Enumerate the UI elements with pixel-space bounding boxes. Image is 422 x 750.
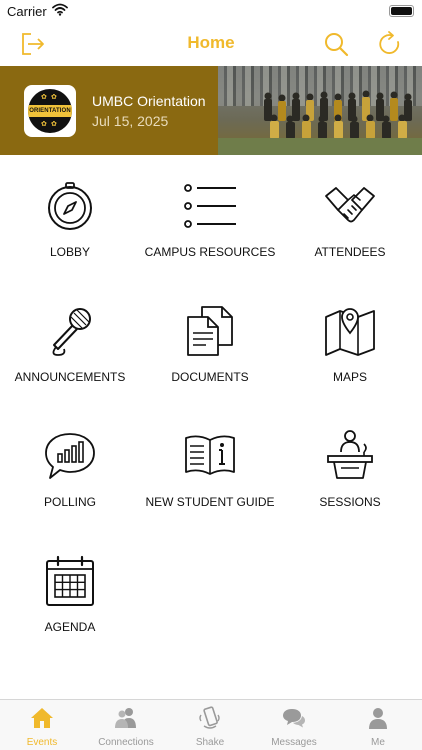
page-title: Home	[187, 33, 235, 52]
tile-documents[interactable]: DOCUMENTS	[140, 295, 280, 405]
tile-agenda[interactable]: AGENDA	[0, 545, 140, 655]
refresh-button[interactable]	[376, 30, 404, 58]
people-icon	[115, 708, 136, 728]
status-bar: Carrier	[0, 0, 422, 22]
tile-new-student-guide[interactable]: NEW STUDENT GUIDE	[140, 420, 280, 530]
phone-shake-icon	[199, 706, 220, 729]
event-date: Jul 15, 2025	[92, 113, 169, 129]
tile-label: MAPS	[332, 370, 367, 384]
tab-label: Shake	[195, 737, 225, 748]
home-icon	[31, 708, 53, 728]
tab-label: Connections	[98, 737, 154, 748]
event-logo: ✿ ✿ ORIENTATION ✿ ✿	[24, 85, 76, 137]
event-name: UMBC Orientation	[92, 93, 206, 109]
compass-icon	[48, 182, 92, 230]
event-group-photo	[218, 66, 422, 155]
carrier-label: Carrier	[7, 4, 47, 19]
tab-bar: Events Connections Shake Messages Me	[0, 699, 422, 750]
search-icon	[325, 33, 349, 57]
tab-label: Events	[26, 737, 58, 748]
microphone-icon	[52, 308, 91, 356]
search-button[interactable]	[322, 30, 350, 58]
tile-campus-resources[interactable]: CAMPUS RESOURCES	[140, 170, 280, 280]
podium-icon	[327, 430, 373, 479]
tile-label: AGENDA	[44, 620, 96, 634]
refresh-icon	[379, 31, 400, 54]
tab-connections[interactable]: Connections	[84, 700, 168, 750]
tile-lobby[interactable]: LOBBY	[0, 170, 140, 280]
wifi-icon	[52, 3, 68, 16]
tile-label: SESSIONS	[319, 495, 381, 509]
battery-icon	[389, 5, 414, 17]
tile-label: ANNOUNCEMENTS	[14, 370, 126, 384]
tile-announcements[interactable]: ANNOUNCEMENTS	[0, 295, 140, 405]
calendar-icon	[46, 555, 94, 606]
tab-label: Me	[371, 737, 385, 748]
documents-icon	[187, 306, 233, 356]
tile-attendees[interactable]: ATTENDEES	[280, 170, 420, 280]
tile-label: POLLING	[43, 495, 97, 509]
tile-label: CAMPUS RESOURCES	[144, 245, 276, 259]
poll-icon	[45, 433, 95, 479]
handshake-icon	[325, 187, 375, 223]
tab-events[interactable]: Events	[0, 700, 84, 750]
tab-messages[interactable]: Messages	[252, 700, 336, 750]
tab-shake[interactable]: Shake	[168, 700, 252, 750]
chat-bubbles-icon	[283, 709, 305, 728]
tab-me[interactable]: Me	[336, 700, 420, 750]
tile-label: NEW STUDENT GUIDE	[145, 495, 275, 509]
tile-maps[interactable]: MAPS	[280, 295, 420, 405]
nav-bar: Home	[0, 22, 422, 65]
tile-polling[interactable]: POLLING	[0, 420, 140, 530]
event-banner[interactable]: ✿ ✿ ORIENTATION ✿ ✿ UMBC Orientation Jul…	[0, 66, 422, 155]
guide-book-icon	[185, 435, 235, 475]
tab-label: Messages	[271, 737, 317, 748]
tile-label: LOBBY	[49, 245, 91, 259]
person-icon	[369, 708, 387, 729]
event-logo-text: ORIENTATION	[28, 105, 72, 117]
list-icon	[184, 184, 236, 228]
tile-label: ATTENDEES	[314, 245, 386, 259]
tile-label: DOCUMENTS	[171, 370, 249, 384]
tile-sessions[interactable]: SESSIONS	[280, 420, 420, 530]
map-icon	[325, 308, 375, 356]
